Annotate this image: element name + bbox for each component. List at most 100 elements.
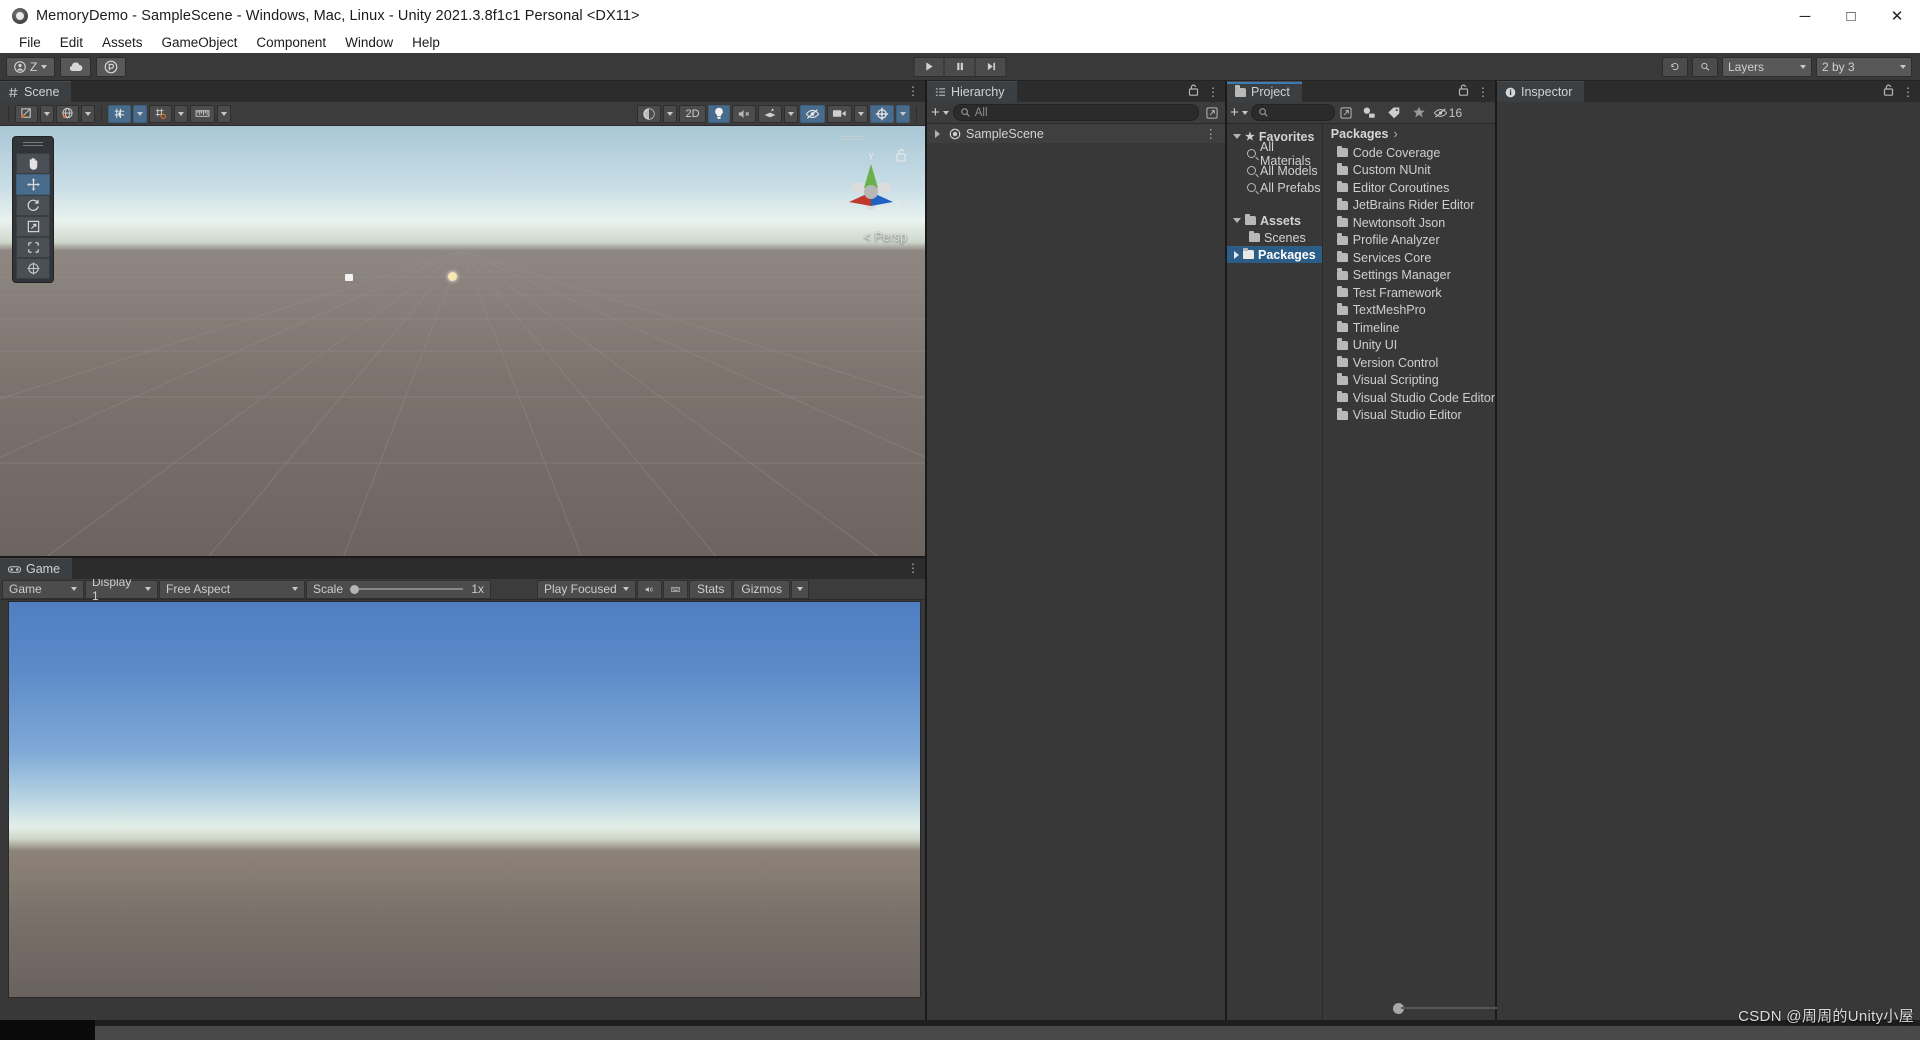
project-tree-assets[interactable]: Assets — [1227, 212, 1322, 229]
tab-project[interactable]: Project — [1227, 81, 1302, 102]
kebab-menu-icon[interactable]: ⋮ — [1902, 85, 1914, 99]
close-button[interactable]: ✕ — [1874, 0, 1920, 32]
list-item[interactable]: Unity UI — [1323, 337, 1495, 355]
lock-icon[interactable] — [1188, 84, 1199, 99]
fx-dropdown[interactable] — [784, 104, 798, 123]
search-button[interactable] — [1692, 56, 1718, 77]
snap-increment-button[interactable] — [190, 104, 215, 123]
menu-item-help[interactable]: Help — [403, 34, 449, 51]
menu-item-gameobject[interactable]: GameObject — [153, 34, 247, 51]
hierarchy-add-button[interactable]: + — [931, 104, 949, 121]
label-filter-button[interactable] — [1383, 106, 1405, 119]
play-button[interactable] — [913, 56, 945, 77]
hand-tool-button[interactable] — [16, 153, 50, 174]
scale-slider[interactable]: Scale 1x — [306, 579, 491, 599]
list-item[interactable]: Profile Analyzer — [1323, 232, 1495, 250]
project-tree-all-models[interactable]: All Models — [1227, 162, 1322, 179]
grid-visibility-dropdown[interactable] — [174, 104, 188, 123]
project-search-input[interactable] — [1250, 104, 1335, 121]
keyboard-input-button[interactable] — [663, 579, 688, 599]
handle-space-dropdown[interactable] — [81, 104, 95, 123]
game-view-select[interactable]: Game — [2, 579, 84, 599]
hierarchy-search-input[interactable]: All — [952, 104, 1199, 121]
kebab-menu-icon[interactable]: ⋮ — [1207, 85, 1219, 99]
list-item[interactable]: JetBrains Rider Editor — [1323, 197, 1495, 215]
game-viewport[interactable] — [8, 601, 921, 998]
tab-hierarchy[interactable]: Hierarchy — [927, 81, 1017, 102]
scale-tool-button[interactable] — [16, 216, 50, 237]
hierarchy-search-expand-button[interactable] — [1203, 105, 1221, 121]
list-item[interactable]: Timeline — [1323, 319, 1495, 337]
breadcrumb[interactable]: Packages › — [1323, 124, 1495, 144]
pivot-mode-dropdown[interactable] — [40, 104, 54, 123]
lock-icon[interactable] — [1458, 84, 1469, 99]
list-item[interactable]: Editor Coroutines — [1323, 179, 1495, 197]
chevron-down-icon[interactable] — [1233, 218, 1241, 223]
list-item[interactable]: Custom NUnit — [1323, 162, 1495, 180]
project-tree-all-materials[interactable]: All Materials — [1227, 140, 1322, 168]
project-tree-scenes[interactable]: Scenes — [1227, 229, 1322, 246]
transform-tool-button[interactable] — [16, 258, 50, 279]
chevron-down-icon[interactable] — [1233, 134, 1241, 139]
undo-history-button[interactable] — [1662, 56, 1688, 77]
display-select[interactable]: Display 1 — [85, 575, 158, 603]
drag-handle-icon[interactable] — [23, 142, 43, 149]
list-item[interactable]: Services Core — [1323, 249, 1495, 267]
camera-settings-button[interactable] — [827, 104, 852, 123]
minimize-button[interactable]: ─ — [1782, 0, 1828, 32]
gizmos-toggle-button[interactable] — [870, 104, 894, 123]
scene-orientation-gizmo[interactable]: y x z — [831, 144, 911, 230]
scene-visibility-button[interactable] — [800, 104, 825, 123]
audio-toggle-button[interactable] — [732, 104, 756, 123]
rotate-tool-button[interactable] — [16, 195, 50, 216]
2d-toggle-button[interactable]: 2D — [679, 104, 706, 123]
draw-mode-button[interactable] — [637, 104, 661, 123]
menu-item-assets[interactable]: Assets — [93, 34, 152, 51]
type-filter-button[interactable] — [1358, 106, 1380, 119]
perspective-label[interactable]: < Persp — [864, 230, 907, 244]
collab-button[interactable] — [96, 56, 127, 77]
hidden-items-indicator[interactable]: 16 — [1433, 106, 1462, 120]
grid-visibility-button[interactable] — [149, 104, 172, 123]
mute-audio-button[interactable] — [637, 579, 662, 599]
scene-viewport[interactable]: y x z < Persp — [0, 126, 925, 556]
layout-dropdown[interactable]: 2 by 3 — [1816, 56, 1912, 77]
menu-item-window[interactable]: Window — [336, 34, 402, 51]
chevron-right-icon[interactable] — [935, 129, 940, 138]
kebab-menu-icon[interactable]: ⋮ — [1205, 126, 1218, 141]
project-tree-all-prefabs[interactable]: All Prefabs — [1227, 179, 1322, 196]
kebab-menu-icon[interactable]: ⋮ — [907, 84, 919, 98]
project-tree-packages[interactable]: Packages — [1227, 246, 1322, 263]
scene-object-marker[interactable] — [345, 274, 353, 281]
list-item[interactable]: Visual Studio Code Editor — [1323, 389, 1495, 407]
snap-increment-dropdown[interactable] — [217, 104, 231, 123]
list-item[interactable]: Newtonsoft Json — [1323, 214, 1495, 232]
list-item[interactable]: Code Coverage — [1323, 144, 1495, 162]
favorite-filter-button[interactable] — [1408, 106, 1430, 119]
aspect-select[interactable]: Free Aspect — [159, 579, 305, 599]
rect-tool-button[interactable] — [16, 237, 50, 258]
grid-snap-dropdown[interactable] — [133, 104, 147, 123]
kebab-menu-icon[interactable]: ⋮ — [1477, 85, 1489, 99]
scene-overlay-grip[interactable] — [841, 136, 863, 144]
play-mode-select[interactable]: Play Focused — [537, 579, 636, 599]
chevron-right-icon[interactable] — [1234, 250, 1239, 259]
scene-light-marker[interactable] — [448, 272, 457, 281]
project-search-expand-button[interactable] — [1338, 106, 1355, 119]
lock-icon[interactable] — [1883, 84, 1894, 99]
hierarchy-row-samplescene[interactable]: SampleScene ⋮ — [927, 124, 1225, 143]
project-add-button[interactable]: + — [1230, 104, 1248, 121]
list-item[interactable]: Visual Studio Editor — [1323, 407, 1495, 425]
layers-dropdown[interactable]: Layers — [1722, 56, 1812, 77]
gizmos-dropdown[interactable] — [791, 579, 810, 599]
gizmos-dropdown[interactable] — [896, 104, 910, 123]
pivot-mode-button[interactable] — [15, 104, 38, 123]
kebab-menu-icon[interactable]: ⋮ — [907, 561, 919, 575]
lighting-toggle-button[interactable] — [708, 104, 730, 123]
scale-slider-knob[interactable] — [350, 584, 360, 594]
maximize-button[interactable]: □ — [1828, 0, 1874, 32]
pause-button[interactable] — [944, 56, 976, 77]
tab-inspector[interactable]: Inspector — [1497, 81, 1585, 102]
draw-mode-dropdown[interactable] — [663, 104, 677, 123]
menu-item-file[interactable]: File — [10, 34, 50, 51]
